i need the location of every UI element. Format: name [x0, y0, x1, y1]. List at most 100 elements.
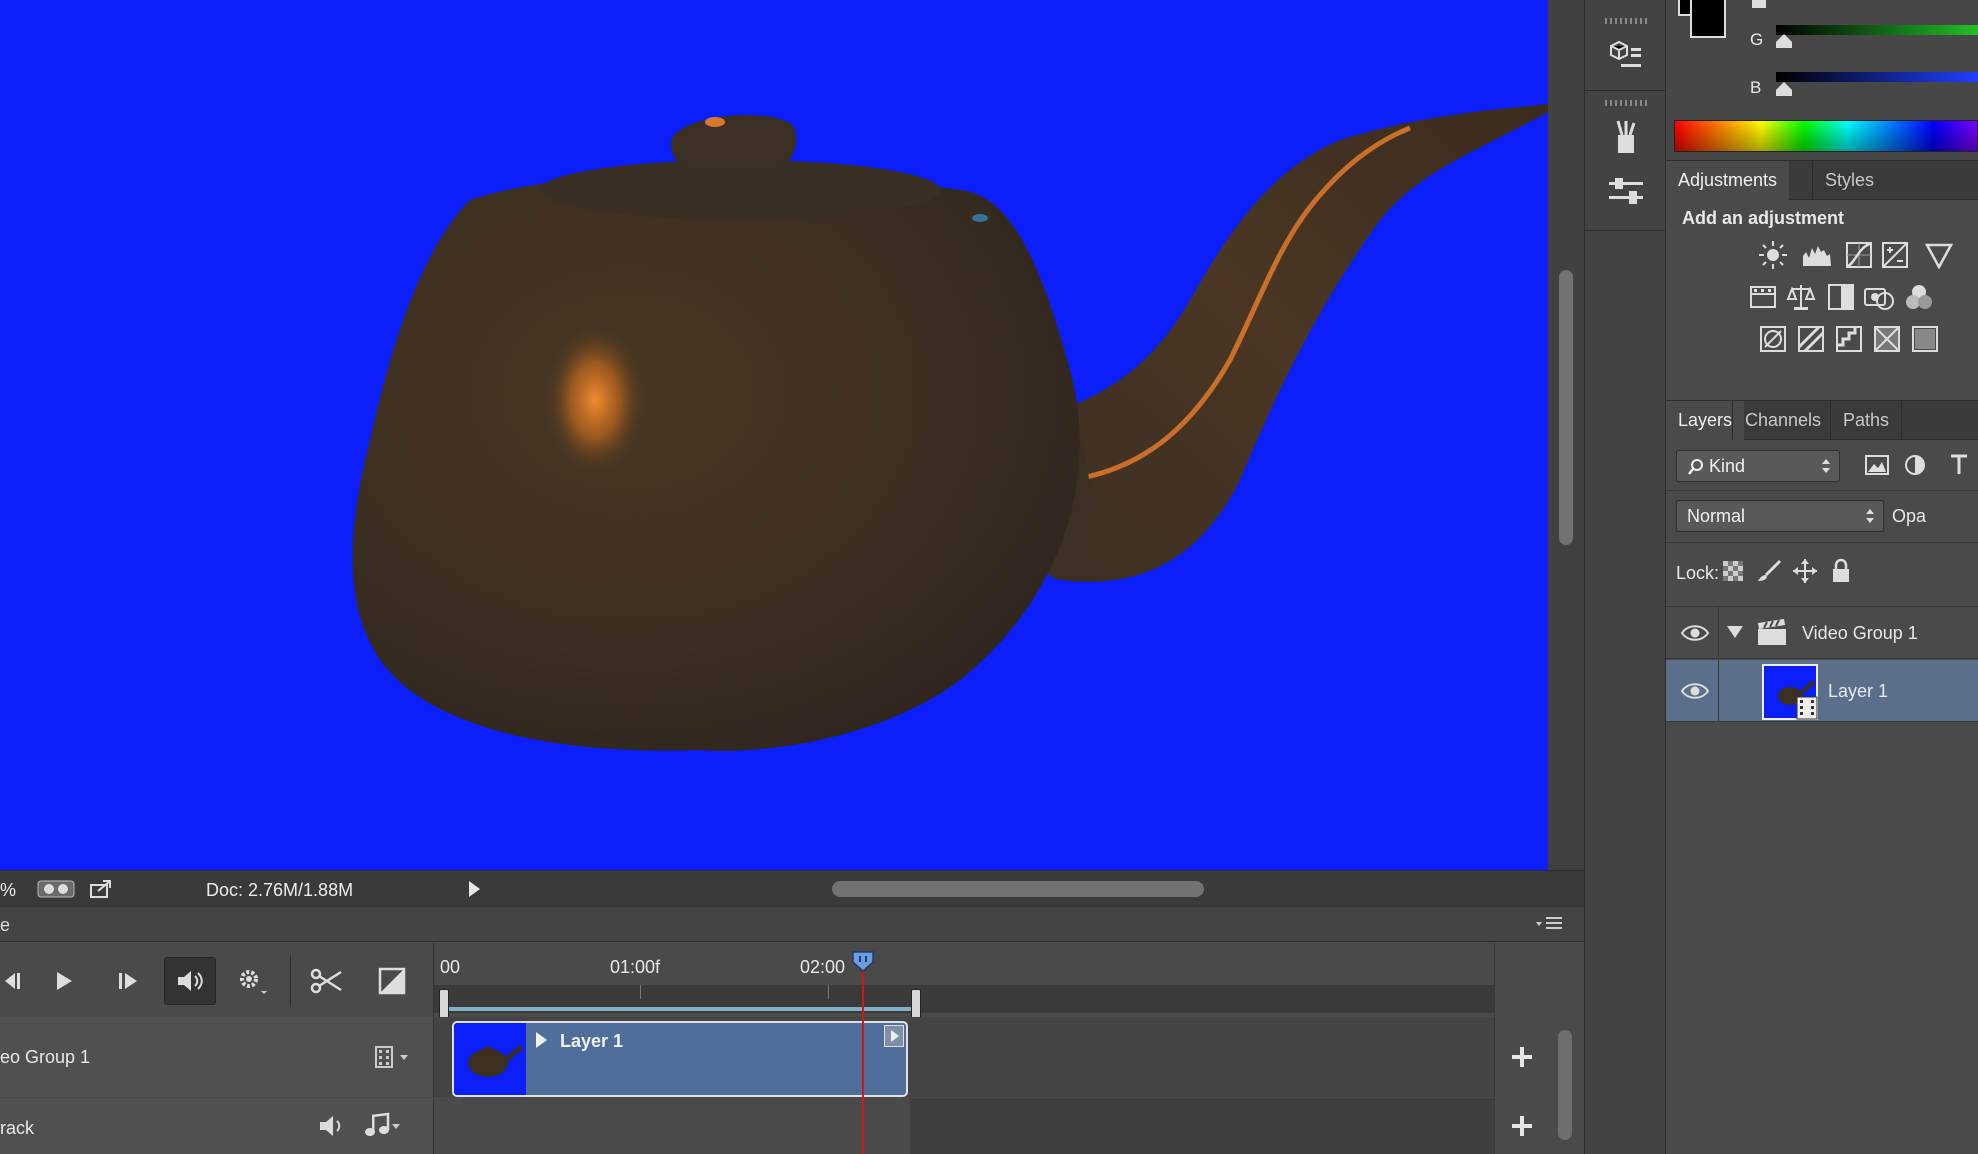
blue-slider[interactable] — [1776, 72, 1978, 82]
slider-thumb[interactable] — [1776, 34, 1792, 48]
timeline-ruler[interactable]: 00 01:00f 02:00 — [434, 943, 1494, 1019]
channel-label: G — [1750, 30, 1764, 49]
tab-paths[interactable]: Paths — [1830, 401, 1903, 440]
video-clip[interactable]: Layer 1 — [452, 1021, 908, 1097]
canvas-horizontal-scroll-thumb[interactable] — [832, 881, 1204, 897]
clapperboard-icon — [1758, 619, 1786, 645]
gpu-icon[interactable] — [36, 877, 76, 901]
hue-saturation-icon[interactable] — [1746, 280, 1780, 314]
curves-icon[interactable] — [1842, 238, 1876, 272]
black-white-icon[interactable] — [1824, 280, 1858, 314]
slider-thumb[interactable] — [1776, 82, 1792, 96]
right-panels: G B Adjustments Styles Add an adjustment — [1666, 0, 1978, 1154]
next-frame-icon[interactable] — [104, 959, 152, 1003]
collapse-arrow-icon[interactable] — [1726, 625, 1744, 639]
3d-panel-icon[interactable] — [1601, 34, 1651, 78]
tab-channels[interactable]: Channels — [1732, 401, 1833, 440]
ruler-label: 02:00 — [800, 957, 846, 977]
layer-filter-dropdown[interactable]: Kind — [1676, 450, 1840, 482]
posterize-icon[interactable] — [1794, 322, 1828, 356]
visibility-eye-icon[interactable] — [1680, 621, 1710, 645]
music-note-icon[interactable] — [364, 1112, 404, 1143]
green-slider[interactable] — [1776, 25, 1978, 35]
work-area-start-handle[interactable] — [439, 989, 449, 1019]
previous-frame-icon[interactable] — [0, 959, 36, 1003]
play-icon[interactable] — [40, 959, 88, 1003]
channel-mixer-icon[interactable] — [1902, 280, 1936, 314]
blend-mode-value: Normal — [1687, 506, 1746, 526]
timeline-vertical-scrollbar[interactable] — [1548, 1016, 1584, 1154]
filter-kind-value: Kind — [1709, 456, 1746, 476]
color-spectrum-ramp[interactable] — [1674, 120, 1978, 152]
speaker-icon — [178, 971, 203, 991]
invert-icon[interactable] — [1756, 322, 1790, 356]
brush-presets-icon[interactable] — [1601, 116, 1651, 160]
settings-gear-icon[interactable] — [228, 959, 276, 1003]
timeline-tab[interactable]: e — [0, 915, 10, 936]
canvas-vertical-scrollbar[interactable] — [1548, 0, 1584, 870]
timeline-scroll-thumb[interactable] — [1558, 1030, 1572, 1140]
filter-pixel-layers-icon[interactable] — [1860, 448, 1894, 482]
vibrance-icon[interactable] — [1922, 238, 1956, 272]
filter-adjustment-layers-icon[interactable] — [1898, 448, 1932, 482]
slider-thumb[interactable] — [1752, 0, 1766, 8]
clip-menu-icon[interactable] — [884, 1025, 904, 1047]
lock-position-icon[interactable] — [1788, 554, 1822, 588]
brightness-contrast-icon[interactable] — [1756, 238, 1790, 272]
properties-sliders-icon[interactable] — [1601, 170, 1651, 214]
panel-menu-icon[interactable] — [1534, 915, 1564, 938]
add-media-button[interactable] — [1494, 1017, 1548, 1097]
track-header-audio[interactable]: rack — [0, 1098, 434, 1154]
track-lane-audio[interactable] — [434, 1098, 1494, 1154]
grip-icon — [1605, 100, 1647, 106]
track-name: rack — [0, 1118, 35, 1138]
track-header-video-group[interactable]: eo Group 1 — [0, 1017, 434, 1097]
background-color-swatch[interactable] — [1690, 0, 1726, 38]
playhead-line — [862, 954, 864, 1154]
clip-thumbnail — [454, 1023, 526, 1095]
selective-color-icon[interactable] — [1870, 322, 1904, 356]
split-scissors-icon[interactable] — [302, 959, 350, 1003]
tab-styles[interactable]: Styles — [1812, 161, 1886, 200]
mute-audio-button[interactable] — [164, 957, 216, 1005]
add-audio-button[interactable] — [1494, 1098, 1548, 1154]
filter-type-layers-icon[interactable] — [1942, 448, 1976, 482]
layer-row-layer-1[interactable]: Layer 1 — [1666, 660, 1978, 722]
film-strip-icon[interactable] — [374, 1045, 414, 1074]
visibility-eye-icon[interactable] — [1680, 679, 1710, 703]
threshold-icon[interactable] — [1832, 322, 1866, 356]
clip-expand-icon[interactable] — [534, 1031, 548, 1054]
color-panel: G B — [1666, 0, 1978, 160]
work-area-end-handle[interactable] — [911, 989, 921, 1019]
exposure-icon[interactable] — [1878, 238, 1912, 272]
work-area-bar[interactable] — [434, 985, 1494, 1019]
blend-mode-dropdown[interactable]: Normal — [1676, 500, 1884, 532]
grip-icon — [1605, 18, 1647, 24]
clip-label: Layer 1 — [560, 1031, 624, 1051]
ruler-end-area — [1494, 943, 1584, 1017]
color-balance-icon[interactable] — [1784, 280, 1818, 314]
gradient-map-icon[interactable] — [1908, 322, 1942, 356]
lock-label: Lock: — [1676, 563, 1720, 583]
lock-all-icon[interactable] — [1824, 554, 1858, 588]
transition-icon[interactable] — [368, 959, 416, 1003]
layer-row-video-group[interactable]: Video Group 1 — [1666, 607, 1978, 659]
audio-mute-icon[interactable] — [318, 1114, 346, 1143]
lock-transparent-pixels-icon[interactable] — [1716, 554, 1750, 588]
dropdown-arrows-icon — [1866, 509, 1874, 523]
panel-icon-strip — [1584, 0, 1667, 1154]
document-canvas[interactable] — [0, 0, 1548, 870]
lock-image-pixels-icon[interactable] — [1752, 554, 1786, 588]
adjustments-heading: Add an adjustment — [1682, 208, 1845, 228]
status-menu-arrow-icon[interactable] — [462, 877, 486, 901]
share-icon[interactable] — [86, 877, 116, 901]
status-bar: % Doc: 2.76M/1.88M — [0, 870, 1584, 906]
playhead-handle[interactable] — [851, 950, 875, 972]
search-icon — [1688, 459, 1703, 475]
levels-icon[interactable] — [1800, 238, 1834, 272]
canvas-vertical-scroll-thumb[interactable] — [1559, 270, 1573, 545]
ruler-label: 00 — [440, 957, 461, 977]
photo-filter-icon[interactable] — [1862, 280, 1896, 314]
layer-name: Layer 1 — [1828, 681, 1889, 701]
tab-adjustments[interactable]: Adjustments — [1666, 161, 1790, 200]
